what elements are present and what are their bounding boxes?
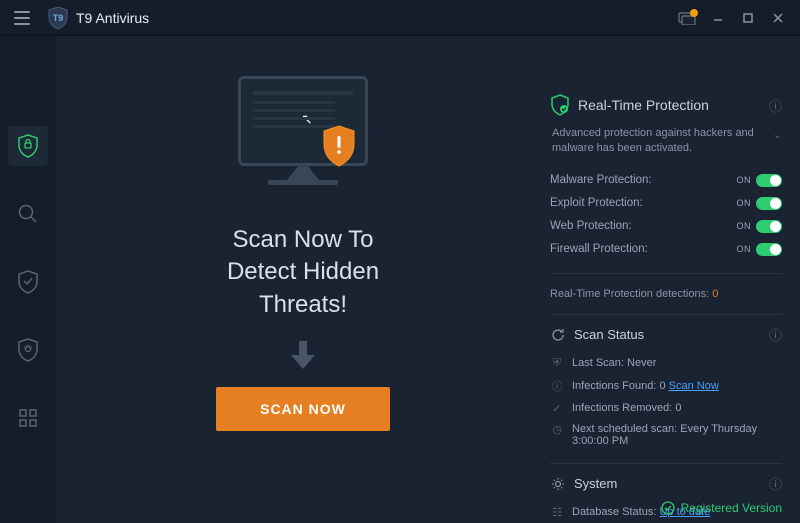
realtime-title: Real-Time Protection — [578, 97, 709, 113]
help-icon[interactable]: ⓘ — [769, 325, 782, 344]
toggle-web[interactable]: ON — [737, 220, 783, 233]
refresh-icon — [550, 327, 566, 343]
sidebar-item-quarantine[interactable] — [8, 262, 48, 302]
shield-check-icon — [550, 94, 570, 116]
detections-count: 0 — [712, 288, 718, 300]
right-panel: Real-Time Protection ⓘ Advanced protecti… — [550, 36, 800, 523]
clock-icon: ◷ — [550, 423, 564, 436]
scan-status-title: Scan Status — [574, 327, 644, 342]
cursor-icon: ↖ — [301, 111, 313, 128]
gear-icon — [550, 476, 566, 492]
monitor-illustration: ↖ — [228, 76, 378, 206]
toggle-malware[interactable]: ON — [737, 174, 783, 187]
system-header: System ⓘ — [550, 476, 782, 492]
notification-dot-icon — [690, 9, 698, 17]
help-icon[interactable]: ⓘ — [769, 96, 782, 115]
sidebar-item-apps[interactable] — [8, 398, 48, 438]
window-controls — [678, 4, 792, 32]
system-title: System — [574, 476, 617, 491]
arrow-down-icon — [289, 339, 317, 371]
footer-status: Registered Version — [661, 493, 800, 523]
shield-warning-icon — [320, 124, 358, 168]
notifications-icon[interactable] — [678, 11, 696, 25]
toggle-firewall[interactable]: ON — [737, 243, 783, 256]
detections-row: Real-Time Protection detections: 0 — [550, 286, 782, 302]
info-icon: ⓘ — [550, 378, 564, 394]
next-scan-row: ◷ Next scheduled scan: Every Thursday 3:… — [550, 419, 782, 451]
shield-logo-icon: T9 — [48, 7, 68, 29]
menu-button[interactable] — [8, 4, 36, 32]
protection-row-firewall: Firewall Protection: ON — [550, 238, 782, 261]
sidebar-item-protection[interactable] — [8, 126, 48, 166]
scan-status-header: Scan Status ⓘ — [550, 327, 782, 343]
protection-row-exploit: Exploit Protection: ON — [550, 192, 782, 215]
app-logo: T9 T9 Antivirus — [48, 7, 149, 29]
help-icon[interactable]: ⓘ — [769, 474, 782, 493]
app-title: T9 Antivirus — [76, 10, 149, 26]
chevron-down-icon[interactable]: ⌄ — [773, 128, 782, 143]
sidebar-item-privacy[interactable] — [8, 330, 48, 370]
scan-now-link[interactable]: Scan Now — [669, 380, 719, 392]
minimize-button[interactable] — [704, 4, 732, 32]
infections-removed-row: ✓ Infections Removed: 0 — [550, 398, 782, 419]
shield-small-icon: ⛨ — [550, 357, 564, 370]
titlebar: T9 T9 Antivirus — [0, 0, 800, 36]
check-circle-icon — [661, 501, 675, 515]
infections-found-row: ⓘ Infections Found: 0 Scan Now — [550, 374, 782, 398]
sidebar-item-scan[interactable] — [8, 194, 48, 234]
headline: Scan Now To Detect Hidden Threats! — [227, 224, 379, 321]
center-panel: ↖ Scan Now To Detect Hidden Threats! SCA… — [56, 36, 550, 523]
protection-row-web: Web Protection: ON — [550, 215, 782, 238]
last-scan-row: ⛨ Last Scan: Never — [550, 353, 782, 374]
close-button[interactable] — [764, 4, 792, 32]
registered-label: Registered Version — [681, 501, 782, 515]
realtime-subtext: Advanced protection against hackers and … — [550, 126, 782, 157]
database-icon: ☷ — [550, 506, 564, 519]
realtime-header: Real-Time Protection ⓘ — [550, 94, 782, 116]
maximize-button[interactable] — [734, 4, 762, 32]
sidebar — [0, 36, 56, 523]
check-icon: ✓ — [550, 402, 564, 415]
scan-now-button[interactable]: SCAN NOW — [216, 387, 390, 431]
svg-text:T9: T9 — [53, 13, 64, 23]
toggle-exploit[interactable]: ON — [737, 197, 783, 210]
protection-row-malware: Malware Protection: ON — [550, 169, 782, 192]
